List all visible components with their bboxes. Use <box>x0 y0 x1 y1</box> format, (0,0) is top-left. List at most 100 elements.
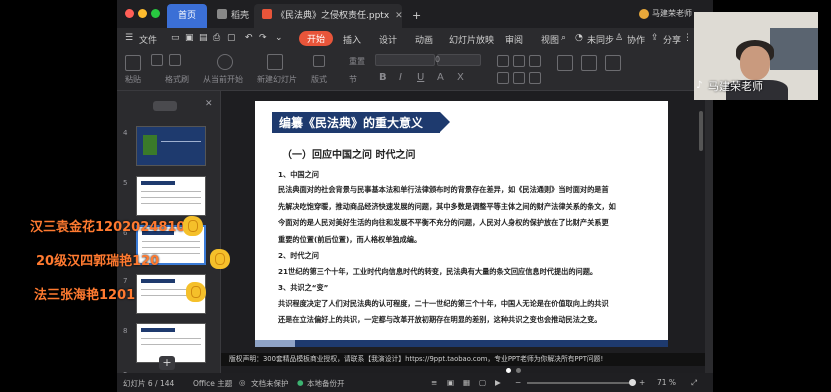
indent-icon[interactable] <box>529 72 541 84</box>
section-label[interactable]: 节 <box>349 74 357 85</box>
slide-editor[interactable]: 编纂《民法典》的重大意义 （一）回应中国之问 时代之问 1、中国之问 民法典面对… <box>221 91 705 373</box>
paragraph-heading[interactable]: 2、时代之问 <box>278 251 319 261</box>
numbering-icon[interactable] <box>513 72 525 84</box>
hamburger-icon[interactable]: ☰ <box>125 33 133 43</box>
font-family-select[interactable] <box>375 54 435 66</box>
shape-icon[interactable] <box>581 55 597 71</box>
save-icon[interactable]: ▣ <box>185 33 194 43</box>
tab-docer[interactable]: 稻壳 <box>209 4 253 28</box>
zoom-out-icon[interactable]: − <box>515 378 521 387</box>
paragraph-line[interactable]: 民法典面对的社会背景与民事基本法和单行法律颁布时的背景存在差异，如《民法通则》当… <box>278 185 609 195</box>
zoom-slider[interactable] <box>527 382 631 384</box>
zoom-slider-thumb[interactable] <box>629 379 636 386</box>
export-icon[interactable]: ▤ <box>199 33 208 43</box>
cut-icon[interactable] <box>151 54 163 66</box>
minimize-window-dot[interactable] <box>138 9 147 18</box>
align-center-icon[interactable] <box>513 55 525 67</box>
tab-close-icon[interactable]: ✕ <box>395 11 402 21</box>
menu-collab[interactable]: 协作 <box>627 33 645 46</box>
account-name[interactable]: 马建荣老师 <box>652 8 692 19</box>
thumb-line <box>161 141 201 142</box>
play-icon[interactable] <box>217 54 233 70</box>
chevron-down-icon[interactable]: ⌄ <box>275 33 283 43</box>
slideshow-play-icon[interactable]: ▶ <box>495 378 501 387</box>
paragraph-line[interactable]: 重要的位置(前后位置)，而人格权单独成编。 <box>278 235 421 245</box>
menu-sync[interactable]: 未同步 <box>587 33 614 46</box>
more-icon[interactable]: ⋮ <box>683 33 692 43</box>
superscript-button[interactable]: X <box>457 72 464 83</box>
menu-design[interactable]: 设计 <box>379 33 397 46</box>
zoom-level[interactable]: 71 % <box>657 378 676 387</box>
paragraph-line[interactable]: 还是在立法偏好上的共识，一定都与改革开放初期存在明显的差别，这种共识之变也会推动… <box>278 315 601 325</box>
share-icon: ⇪ <box>651 33 659 43</box>
new-slide-icon[interactable] <box>267 54 283 70</box>
document-protection[interactable]: 文档未保护 <box>251 378 289 389</box>
sorter-view-icon[interactable]: ▦ <box>463 378 470 387</box>
format-painter-label[interactable]: 格式刷 <box>165 74 189 85</box>
slide-thumbnail[interactable] <box>136 176 206 216</box>
paragraph-heading[interactable]: 3、共识之“变” <box>278 283 328 293</box>
font-color-button[interactable]: A <box>437 72 444 83</box>
bullets-icon[interactable] <box>497 72 509 84</box>
bold-button[interactable]: B <box>379 72 387 83</box>
reset-label[interactable]: 重置 <box>349 56 365 67</box>
outline-view-toggle[interactable] <box>153 101 177 111</box>
align-right-icon[interactable] <box>529 55 541 67</box>
notes-icon[interactable]: ≡ <box>431 378 437 387</box>
italic-button[interactable]: I <box>399 72 402 83</box>
tab-document[interactable]: 《民法典》之侵权责任.pptx ✕ <box>254 4 402 28</box>
fit-window-icon[interactable]: ⤢ <box>691 378 697 388</box>
close-panel-icon[interactable]: ✕ <box>205 99 213 109</box>
vertical-scrollbar[interactable] <box>699 111 703 151</box>
underline-button[interactable]: U <box>417 72 424 83</box>
normal-view-icon[interactable]: ▣ <box>447 378 454 387</box>
copy-icon[interactable] <box>169 54 181 66</box>
tab-home[interactable]: 首页 <box>167 4 207 28</box>
textbox-icon[interactable] <box>557 55 573 71</box>
paragraph-line[interactable]: 今面对的是人民对美好生活的向往和发展不平衡不充分的问题，人民对人身权的保护放在了… <box>278 218 609 228</box>
new-tab-button[interactable]: + <box>404 4 422 28</box>
menu-view[interactable]: 视图 <box>541 33 559 46</box>
align-left-icon[interactable] <box>497 55 509 67</box>
avatar[interactable] <box>639 9 649 19</box>
current-slide[interactable]: 编纂《民法典》的重大意义 （一）回应中国之问 时代之问 1、中国之问 民法典面对… <box>255 101 668 347</box>
maximize-window-dot[interactable] <box>151 9 160 18</box>
menu-slideshow[interactable]: 幻灯片放映 <box>449 33 494 46</box>
arrange-icon[interactable] <box>605 55 621 71</box>
paragraph-line[interactable]: 先解决吃饱穿暖，推动商品经济快速发展的问题，其中多数是调整平等主体之间的财产法律… <box>278 202 616 212</box>
slide-subtitle[interactable]: （一）回应中国之问 时代之问 <box>282 146 415 161</box>
menu-insert[interactable]: 插入 <box>343 33 361 46</box>
slide-title[interactable]: 编纂《民法典》的重大意义 <box>279 114 423 131</box>
paste-icon[interactable] <box>125 55 141 71</box>
menu-animation[interactable]: 动画 <box>415 33 433 46</box>
open-folder-icon[interactable]: ▭ <box>171 33 180 43</box>
menu-share[interactable]: 分享 <box>663 33 681 46</box>
menu-start[interactable]: 开始 <box>299 31 334 46</box>
clapping-emoji-icon <box>186 282 206 302</box>
print-icon[interactable]: ⎙ <box>213 33 220 43</box>
paragraph-line[interactable]: 21世纪的第三个十年，工业时代向信息时代的转变，民法典有大量的条文回应信息时代提… <box>278 267 597 277</box>
shield-icon: ◎ <box>239 378 246 387</box>
layout-label[interactable]: 版式 <box>311 74 327 85</box>
local-backup[interactable]: 本地备份开 <box>307 378 345 389</box>
layout-icon[interactable] <box>313 55 325 67</box>
menu-file[interactable]: 文件 <box>139 33 157 46</box>
webcam-name-label: 马建荣老师 <box>708 80 763 93</box>
paste-label[interactable]: 粘贴 <box>125 74 141 85</box>
zoom-in-icon[interactable]: + <box>639 378 645 387</box>
slide-thumbnail[interactable] <box>136 126 206 166</box>
slide-footer-bar <box>255 340 668 347</box>
paragraph-line[interactable]: 共识程度决定了人们对民法典的认可程度，二十一世纪的第三个十年，中国人无论是在价值… <box>278 299 609 309</box>
menu-review[interactable]: 审阅 <box>505 33 523 46</box>
new-slide-label[interactable]: 新建幻灯片 <box>257 74 297 85</box>
add-slide-button[interactable]: + <box>159 356 175 370</box>
undo-icon[interactable]: ↶ <box>245 33 253 43</box>
search-icon[interactable]: ⌕ <box>561 33 566 43</box>
paragraph-heading[interactable]: 1、中国之问 <box>278 170 319 180</box>
reading-view-icon[interactable]: ▢ <box>479 378 486 387</box>
preview-icon[interactable]: ▢ <box>227 33 236 43</box>
close-window-dot[interactable] <box>125 9 134 18</box>
play-from-current-label[interactable]: 从当前开始 <box>203 74 243 85</box>
font-size-select[interactable] <box>437 54 481 66</box>
redo-icon[interactable]: ↷ <box>259 33 267 43</box>
